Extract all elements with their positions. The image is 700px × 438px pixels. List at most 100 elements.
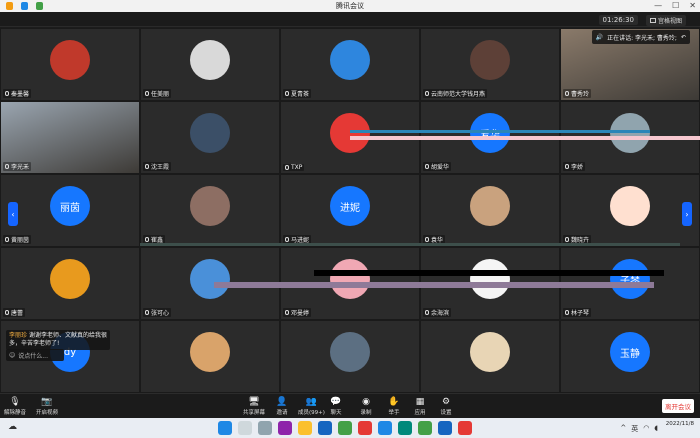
minimize-button[interactable]: —	[654, 1, 662, 10]
maximize-button[interactable]: ☐	[672, 1, 679, 10]
taskbar-apps	[218, 421, 472, 435]
prev-page-button[interactable]: ‹	[8, 202, 18, 226]
participant-avatar: 爱华	[470, 113, 510, 154]
mic-icon	[5, 237, 9, 242]
start-icon[interactable]	[218, 421, 232, 435]
gallery-view-button[interactable]: 宫格视图	[645, 15, 686, 26]
participant-avatar: 进妮	[330, 186, 370, 227]
participant-name-tag: 夏青茶	[283, 89, 312, 98]
chevron-up-icon[interactable]: ^	[620, 424, 626, 434]
clock[interactable]: 2022/11/8	[666, 420, 694, 428]
raise-hand-button[interactable]: ✋ 举手	[388, 396, 400, 417]
mic-icon	[425, 310, 429, 315]
video-button[interactable]: 📷 开启视频	[36, 396, 58, 417]
app-icon[interactable]	[438, 421, 452, 435]
unmute-button[interactable]: 🎙 解除静音	[4, 396, 26, 417]
participant-name: 胡爱华	[431, 164, 450, 171]
mic-icon	[285, 91, 289, 96]
participant-tile[interactable]	[140, 320, 280, 393]
app-icon[interactable]	[278, 421, 292, 435]
participant-tile[interactable]: 袁华	[420, 174, 560, 247]
apps-label: 应用	[414, 410, 426, 416]
mic-icon	[5, 310, 9, 315]
folder-icon[interactable]	[298, 421, 312, 435]
app-icon[interactable]	[398, 421, 412, 435]
leave-meeting-button[interactable]: 离开会议	[662, 399, 694, 413]
participant-avatar	[470, 332, 510, 373]
app-icon[interactable]	[338, 421, 352, 435]
record-button[interactable]: ◉ 录制	[360, 396, 372, 417]
participant-tile[interactable]: 沈王霞	[140, 101, 280, 174]
collapse-icon[interactable]: ↶	[681, 34, 686, 41]
mic-icon	[145, 164, 149, 169]
glitch-stripe	[350, 136, 700, 140]
participant-name: 夏青茶	[291, 91, 310, 98]
participant-avatar	[50, 259, 90, 300]
participant-tile[interactable]: 李光禾	[0, 101, 140, 174]
chat-input[interactable]: ☺ 说点什么...	[6, 349, 64, 361]
mic-icon	[565, 310, 569, 315]
participant-tile[interactable]: 丽茵 黄丽茵	[0, 174, 140, 247]
volume-icon[interactable]: ◖	[654, 424, 658, 434]
members-button[interactable]: 👥 成员(99+)	[298, 396, 325, 417]
participant-tile[interactable]: 夏青茶	[280, 28, 420, 101]
wifi-icon[interactable]: ◠	[643, 424, 649, 434]
participant-name: 邓曼婷	[291, 310, 310, 317]
close-button[interactable]: ✕	[689, 1, 696, 10]
glitch-stripe	[350, 130, 650, 133]
participant-tile[interactable]: 秦墨馨	[0, 28, 140, 101]
participant-name-tag: 秦墨馨	[3, 89, 32, 98]
window-controls: — ☐ ✕	[654, 1, 696, 10]
next-page-button[interactable]: ›	[682, 202, 692, 226]
title-bar: 腾讯会议 — ☐ ✕	[0, 0, 700, 12]
wechat-icon[interactable]	[418, 421, 432, 435]
settings-button[interactable]: ⚙ 设置	[440, 396, 452, 417]
speaker-icon: 🔊	[595, 33, 604, 41]
participant-avatar	[610, 186, 650, 227]
edge-icon[interactable]	[318, 421, 332, 435]
mic-off-icon: 🎙	[9, 396, 21, 407]
mic-icon	[565, 91, 569, 96]
app-icon[interactable]	[358, 421, 372, 435]
mic-icon	[565, 164, 569, 169]
weather-icon[interactable]: ☁	[8, 422, 17, 432]
participant-name: 黄丽茵	[11, 237, 30, 244]
app-icon[interactable]	[378, 421, 392, 435]
task-view-icon[interactable]	[258, 421, 272, 435]
invite-button[interactable]: 👤 邀请	[276, 396, 288, 417]
app-icon[interactable]	[458, 421, 472, 435]
participant-avatar	[470, 259, 510, 300]
meeting-window: 腾讯会议 — ☐ ✕ 01:26:30 宫格视图 秦墨馨 任美丽 夏青茶 云南师范大学…	[0, 0, 700, 438]
participant-name-tag: TXP	[283, 164, 305, 171]
chat-button[interactable]: 💬 聊天	[330, 396, 342, 417]
date: 2022/11/8	[665, 421, 694, 427]
participant-name: 李娇	[571, 164, 584, 171]
gallery-view-label: 宫格视图	[657, 18, 682, 25]
participant-tile[interactable]: 任美丽	[140, 28, 280, 101]
participant-tile[interactable]: 进妮 马进妮	[280, 174, 420, 247]
shield-icon[interactable]	[21, 2, 28, 10]
speaking-indicator: 🔊 正在讲话: 李光禾; 曹秀玲; ↶	[591, 30, 690, 44]
participant-tile[interactable]: 崔鑫	[140, 174, 280, 247]
share-screen-button[interactable]: 🖥 共享屏幕	[243, 396, 265, 417]
members-label: 成员(99+)	[298, 410, 325, 416]
participant-tile[interactable]	[280, 320, 420, 393]
participant-name: 林子琴	[571, 310, 590, 317]
search-icon[interactable]	[238, 421, 252, 435]
participant-tile[interactable]: 唐蕾	[0, 247, 140, 320]
participant-tile[interactable]: 魏晓卉	[560, 174, 700, 247]
smile-icon[interactable]: ☺	[9, 352, 15, 359]
mic-icon	[145, 310, 149, 315]
user-icon[interactable]	[6, 2, 13, 10]
mic-icon	[5, 91, 9, 96]
apps-button[interactable]: ▦ 应用	[414, 396, 426, 417]
participant-tile[interactable]: 玉静	[560, 320, 700, 393]
lang-indicator[interactable]: 英	[631, 424, 638, 434]
gear-icon: ⚙	[441, 396, 451, 407]
participant-tile[interactable]	[420, 320, 560, 393]
mic-icon	[425, 237, 429, 242]
participant-avatar	[470, 186, 510, 227]
mic-icon	[425, 164, 429, 169]
participant-tile[interactable]: 云南师范大学钱月燕	[420, 28, 560, 101]
participant-name-tag: 李光禾	[3, 162, 32, 171]
